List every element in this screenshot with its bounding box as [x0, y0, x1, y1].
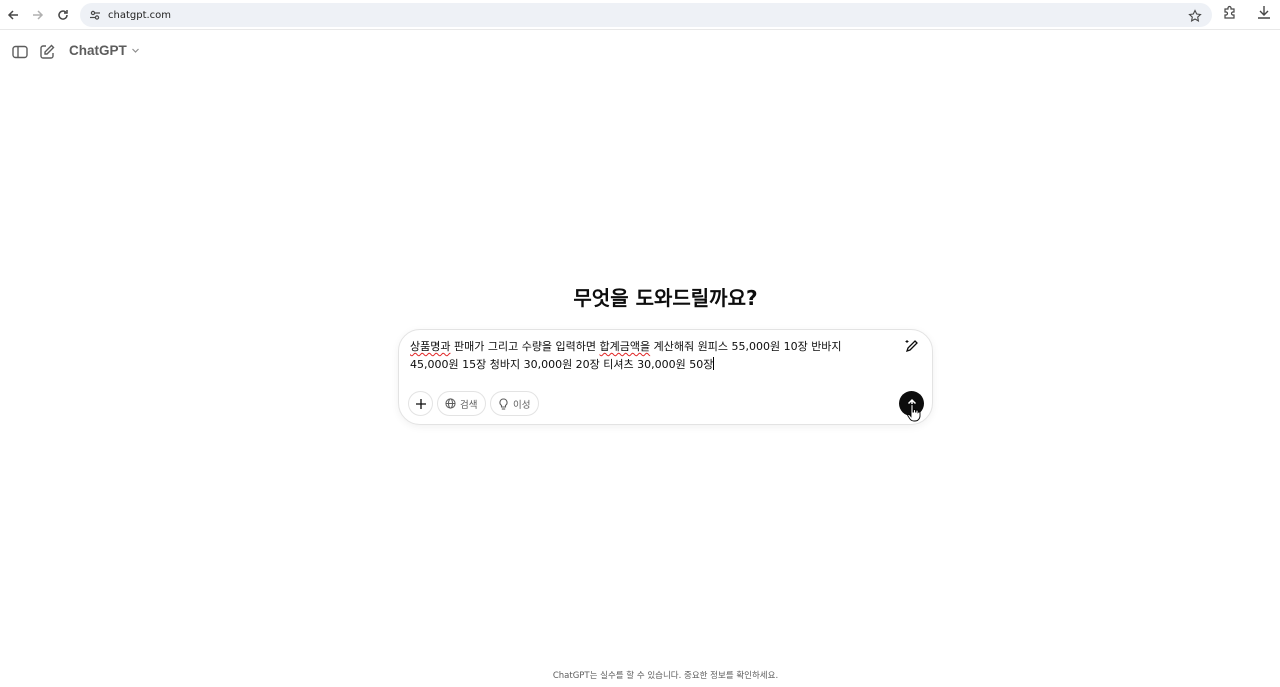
- new-chat-button[interactable]: [38, 43, 56, 61]
- prompt-text-line-2: 45,000원 15장 청바지 30,000원 20장 티셔츠 30,000원 …: [410, 358, 714, 371]
- reload-icon: [58, 10, 68, 20]
- prompt-text-segment: 계산해줘 원피스 55,000원 10장 반바지: [650, 340, 842, 353]
- sidebar-toggle-icon: [12, 45, 28, 59]
- tools-button[interactable]: [904, 338, 920, 358]
- extensions-button[interactable]: [1222, 5, 1238, 25]
- pen-sparkle-icon: [905, 340, 918, 353]
- model-label: ChatGPT: [69, 43, 127, 58]
- address-bar[interactable]: chatgpt.com: [80, 3, 1212, 27]
- url-text: chatgpt.com: [108, 9, 172, 21]
- prompt-composer: 상품명과 판매가 그리고 수량을 입력하면 합계금액을 계산해줘 원피스 55,…: [398, 329, 933, 425]
- prompt-text-misspelled-2: 합계금액을: [599, 340, 651, 353]
- hand-cursor-icon: [907, 404, 921, 426]
- puzzle-icon: [1224, 5, 1235, 19]
- prompt-input[interactable]: 상품명과 판매가 그리고 수량을 입력하면 합계금액을 계산해줘 원피스 55,…: [410, 338, 880, 374]
- arrow-right-icon: [33, 10, 44, 20]
- browser-toolbar: chatgpt.com: [0, 0, 1280, 30]
- chevron-down-icon: [131, 48, 139, 53]
- prompt-text-misspelled-1: 상품명과: [410, 340, 451, 353]
- sidebar-toggle-button[interactable]: [11, 43, 29, 61]
- app-header: ChatGPT: [0, 38, 1280, 66]
- attach-button[interactable]: [408, 391, 433, 416]
- prompt-text-segment: 판매가 그리고 수량을 입력하면: [450, 340, 600, 353]
- lightbulb-icon: [499, 397, 508, 410]
- globe-icon: [445, 398, 456, 409]
- plus-icon: [415, 398, 426, 409]
- arrow-left-icon: [7, 10, 18, 20]
- search-toggle-button[interactable]: 검색: [437, 391, 487, 416]
- new-chat-icon: [40, 44, 55, 59]
- bookmark-button[interactable]: [1188, 8, 1202, 27]
- reload-button[interactable]: [51, 3, 75, 27]
- forward-button[interactable]: [26, 3, 50, 27]
- site-info-button[interactable]: [82, 9, 108, 21]
- download-button[interactable]: [1257, 5, 1271, 25]
- download-icon: [1258, 6, 1270, 19]
- page-title: 무엇을 도와드릴까요?: [573, 286, 758, 310]
- text-caret: [713, 357, 715, 370]
- tune-icon: [90, 10, 100, 20]
- reason-toggle-button[interactable]: 이성: [490, 391, 540, 416]
- prompt-line-1: 상품명과 판매가 그리고 수량을 입력하면 합계금액을 계산해줘 원피스 55,…: [410, 338, 880, 356]
- back-button[interactable]: [1, 3, 25, 27]
- prompt-line-2: 45,000원 15장 청바지 30,000원 20장 티셔츠 30,000원 …: [410, 356, 880, 374]
- reason-toggle-label: 이성: [513, 399, 531, 411]
- model-selector[interactable]: ChatGPT: [69, 43, 140, 58]
- disclaimer-note: ChatGPT는 실수를 할 수 있습니다. 중요한 정보를 확인하세요.: [552, 671, 779, 681]
- star-icon: [1188, 9, 1202, 22]
- search-toggle-label: 검색: [460, 399, 478, 411]
